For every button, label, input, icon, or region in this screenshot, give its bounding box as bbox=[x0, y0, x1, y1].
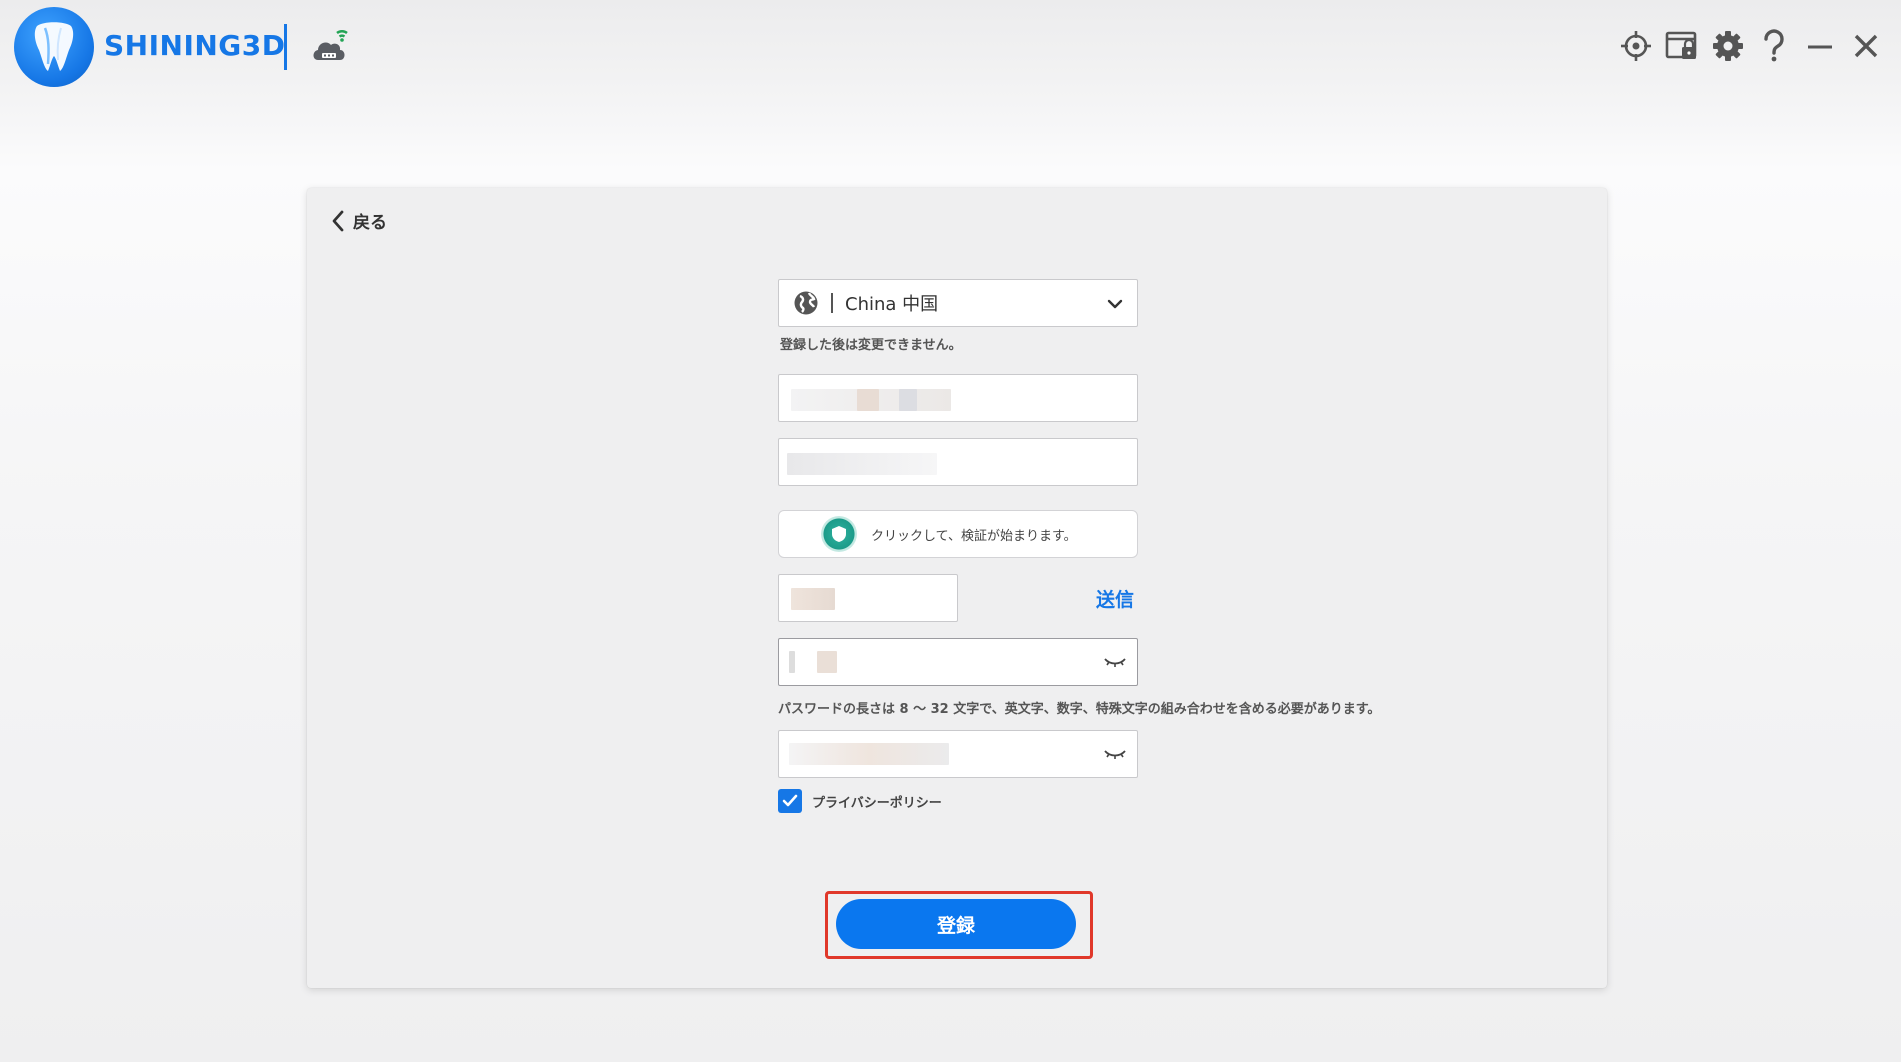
back-button[interactable]: 戻る bbox=[331, 208, 387, 233]
gear-icon[interactable] bbox=[1711, 28, 1745, 64]
registration-card: 戻る China 中国 登録した後は変更できません。 クリックして、検証が始まり… bbox=[307, 188, 1607, 988]
confirm-password-field[interactable] bbox=[778, 730, 1138, 778]
send-code-link[interactable]: 送信 bbox=[1096, 585, 1134, 612]
obscured-text bbox=[791, 588, 835, 610]
privacy-checkbox[interactable] bbox=[778, 789, 802, 813]
email-field[interactable] bbox=[778, 374, 1138, 422]
privacy-policy-link[interactable]: プライバシーポリシー bbox=[812, 792, 942, 811]
region-separator bbox=[831, 293, 833, 313]
back-label: 戻る bbox=[353, 213, 387, 233]
obscured-text bbox=[857, 389, 879, 411]
obscured-text bbox=[789, 651, 795, 673]
captcha-verify-button[interactable]: クリックして、検証が始まります。 bbox=[778, 510, 1138, 558]
register-highlight-frame: 登録 bbox=[825, 891, 1093, 959]
app-window: SHINING3D 戻る China 中国 登録した後は変更できません。 クリッ… bbox=[0, 0, 1901, 1062]
chevron-left-icon bbox=[332, 210, 344, 231]
eye-closed-icon[interactable] bbox=[1103, 652, 1127, 672]
register-button[interactable]: 登録 bbox=[836, 899, 1076, 949]
password-hint: パスワードの長さは 8 ～ 32 文字で、英文字、数字、特殊文字の組み合わせを含… bbox=[778, 702, 1381, 717]
verification-code-field[interactable] bbox=[778, 574, 958, 622]
screen-lock-icon[interactable] bbox=[1665, 28, 1699, 64]
region-select[interactable]: China 中国 bbox=[778, 279, 1138, 327]
obscured-text bbox=[817, 651, 837, 673]
brand-name: SHINING3D bbox=[104, 29, 286, 62]
privacy-policy-row: プライバシーポリシー bbox=[778, 789, 942, 813]
chevron-down-icon bbox=[1107, 299, 1123, 309]
tooth-logo-icon bbox=[14, 7, 94, 87]
obscured-text bbox=[787, 453, 937, 475]
close-icon[interactable] bbox=[1849, 28, 1883, 64]
checkmark-icon bbox=[782, 794, 798, 807]
cloud-wifi-icon[interactable] bbox=[310, 28, 352, 68]
captcha-text: クリックして、検証が始まります。 bbox=[871, 528, 1077, 544]
obscured-text bbox=[789, 743, 949, 765]
region-value: China 中国 bbox=[845, 294, 939, 315]
brand-divider bbox=[284, 24, 287, 70]
shield-icon bbox=[821, 516, 857, 552]
eye-closed-icon[interactable] bbox=[1103, 744, 1127, 764]
name-field[interactable] bbox=[778, 438, 1138, 486]
globe-icon bbox=[794, 291, 818, 315]
password-field[interactable] bbox=[778, 638, 1138, 686]
crosshair-icon[interactable] bbox=[1619, 28, 1653, 64]
title-bar: SHINING3D bbox=[0, 0, 1901, 100]
window-controls bbox=[1619, 28, 1883, 64]
minimize-icon[interactable] bbox=[1803, 28, 1837, 64]
region-hint: 登録した後は変更できません。 bbox=[780, 338, 962, 353]
help-icon[interactable] bbox=[1757, 28, 1791, 64]
obscured-text bbox=[899, 389, 917, 411]
